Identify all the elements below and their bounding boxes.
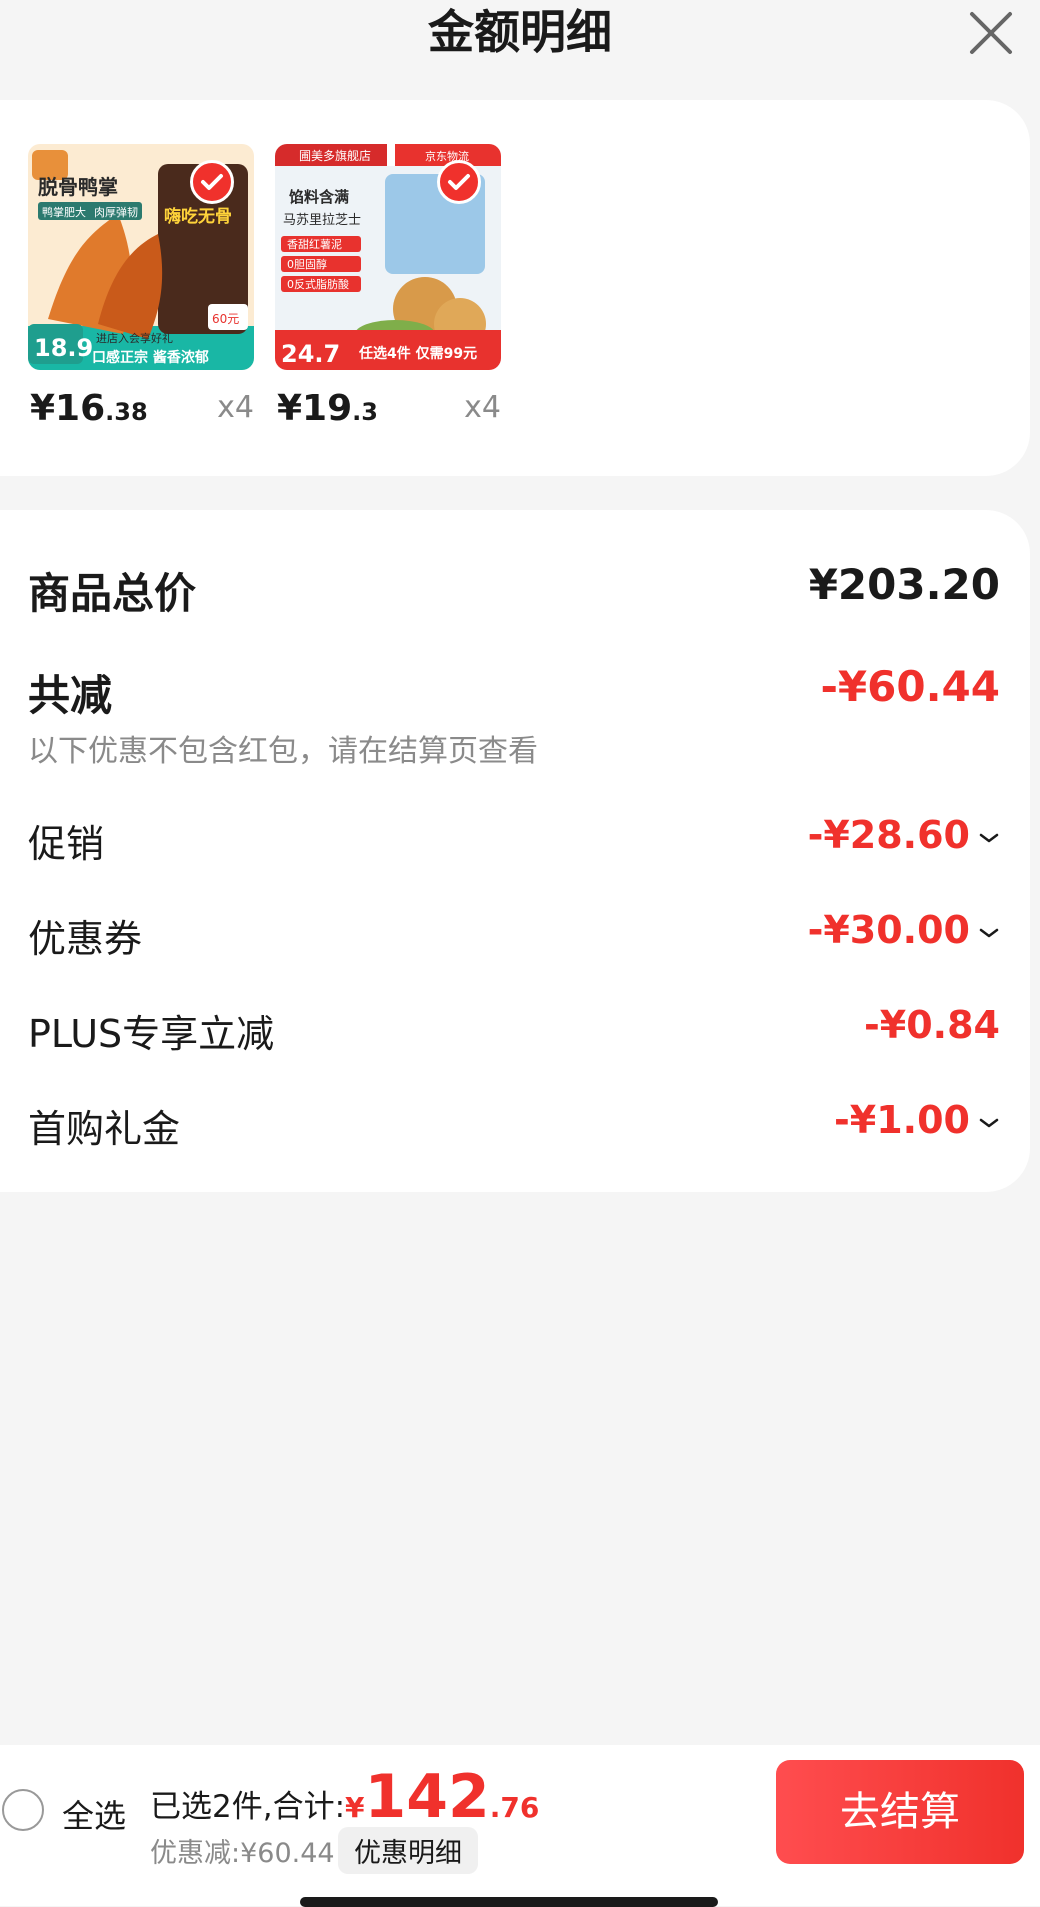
total-price-label: 商品总价 <box>28 569 197 618</box>
image-tag-text: 0反式脂肪酸 <box>287 277 349 291</box>
product-list-card: 脱骨鸭掌 鸭掌肥大 肉厚弹韧 嗨吃无骨 18.9 进店入会享好礼 口感正宗 酱香… <box>0 100 1030 476</box>
chevron-down-icon[interactable] <box>978 831 1000 845</box>
page-title: 金额明细 <box>428 5 612 59</box>
product-image[interactable]: 脱骨鸭掌 鸭掌肥大 肉厚弹韧 嗨吃无骨 18.9 进店入会享好礼 口感正宗 酱香… <box>28 144 254 370</box>
total-decimal: .76 <box>489 1791 540 1824</box>
price-integer: ¥16 <box>30 388 106 429</box>
price-decimal: .3 <box>352 398 378 426</box>
product-item[interactable]: 脱骨鸭掌 鸭掌肥大 肉厚弹韧 嗨吃无骨 18.9 进店入会享好礼 口感正宗 酱香… <box>28 144 254 444</box>
selected-count-text: 已选2件,合计: <box>150 1789 346 1825</box>
image-bottom-text: 口感正宗 酱香浓郁 <box>92 349 209 366</box>
discount-summary: 优惠减:¥60.44 <box>150 1838 335 1869</box>
image-cheese-text: 马苏里拉芝士 <box>283 212 361 228</box>
close-icon[interactable] <box>962 4 1020 62</box>
discount-amount: -¥28.60 <box>807 813 970 857</box>
image-tag-text: 肉厚弹韧 <box>94 205 138 219</box>
price-decimal: .38 <box>105 398 148 426</box>
product-image[interactable]: 圃美多旗舰店 京东物流 馅料含满 马苏里拉芝士 香甜红薯泥 0胆固醇 0反式脂肪… <box>275 144 501 370</box>
discount-label: 首购礼金 <box>28 1107 181 1151</box>
discount-value[interactable]: -¥30.00 <box>808 908 1000 952</box>
image-tag-text: 香甜红薯泥 <box>287 238 342 251</box>
image-tag-text: 0胆固醇 <box>287 257 327 271</box>
total-integer: 142 <box>364 1762 490 1832</box>
discount-value[interactable]: -¥1.00 <box>834 1098 1000 1142</box>
select-all-label[interactable]: 全选 <box>62 1791 126 1837</box>
discount-amount: -¥1.00 <box>834 1098 970 1142</box>
total-price-value: ¥203.20 <box>808 560 1000 609</box>
total-reduction-value: -¥60.44 <box>820 662 1000 711</box>
image-price-text: 18.9 <box>34 334 93 362</box>
product-price: ¥16.38 <box>30 388 148 429</box>
image-coupon-text: 60元 <box>212 312 239 326</box>
image-side-text: 嗨吃无骨 <box>164 206 232 227</box>
discount-amount: -¥30.00 <box>807 908 970 952</box>
discount-value: -¥0.84 <box>864 1003 1000 1047</box>
product-item[interactable]: 圃美多旗舰店 京东物流 馅料含满 马苏里拉芝士 香甜红薯泥 0胆固醇 0反式脂肪… <box>275 144 501 444</box>
total-reduction-label: 共减 <box>28 671 113 720</box>
bottom-bar: 全选 已选2件,合计:¥142.76 优惠减:¥60.44 优惠明细 去结算 <box>0 1745 1040 1907</box>
image-promo-text: 进店入会享好礼 <box>96 331 173 345</box>
chevron-down-icon[interactable] <box>978 926 1000 940</box>
price-breakdown-card: 商品总价 ¥203.20 共减 -¥60.44 以下优惠不包含红包，请在结算页查… <box>0 510 1030 1192</box>
selected-check-icon[interactable] <box>190 160 234 204</box>
total-currency: ¥ <box>345 1791 365 1824</box>
product-quantity: x4 <box>217 390 254 425</box>
product-quantity: x4 <box>464 390 501 425</box>
image-filling-text: 馅料含满 <box>289 188 349 206</box>
selected-total: 已选2件,合计:¥142.76 <box>150 1767 539 1827</box>
discount-amount: -¥0.84 <box>864 1003 1000 1047</box>
discount-label: 优惠券 <box>28 917 143 961</box>
image-tag-text: 鸭掌肥大 <box>42 205 86 219</box>
chevron-down-icon[interactable] <box>978 1116 1000 1130</box>
discount-label: 促销 <box>28 822 105 866</box>
image-price-text: 24.7 <box>281 340 340 368</box>
price-integer: ¥19 <box>277 388 353 429</box>
header: 金额明细 <box>0 0 1040 70</box>
select-all-radio[interactable] <box>2 1789 44 1831</box>
image-store-text: 圃美多旗舰店 <box>299 148 371 163</box>
image-promo-text: 任选4件 仅需99元 <box>358 345 477 362</box>
reduction-note: 以下优惠不包含红包，请在结算页查看 <box>28 734 538 769</box>
checkout-button[interactable]: 去结算 <box>776 1760 1024 1864</box>
discount-value[interactable]: -¥28.60 <box>808 813 1000 857</box>
selected-check-icon[interactable] <box>437 160 481 204</box>
discount-detail-button[interactable]: 优惠明细 <box>338 1827 478 1874</box>
product-price: ¥19.3 <box>277 388 378 429</box>
discount-label: PLUS专享立减 <box>28 1012 275 1056</box>
image-title-text: 脱骨鸭掌 <box>38 175 118 199</box>
